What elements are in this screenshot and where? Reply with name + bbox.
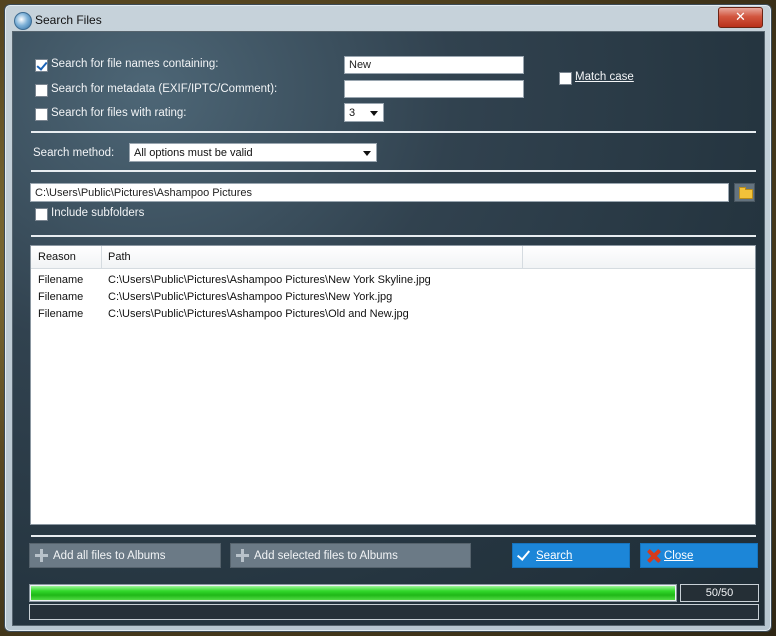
- browse-folder-button[interactable]: [734, 183, 755, 202]
- search-method-label: Search method:: [33, 147, 115, 159]
- metadata-checkbox[interactable]: [35, 84, 48, 97]
- add-selected-to-albums-button[interactable]: Add selected files to Albums: [230, 543, 471, 568]
- progress-bar: [29, 584, 677, 602]
- divider: [31, 535, 756, 537]
- row-reason: Filename: [38, 274, 84, 286]
- plus-icon: [35, 549, 48, 562]
- window-close-button[interactable]: ✕: [718, 7, 763, 28]
- filename-input[interactable]: [344, 56, 524, 74]
- rating-select-value: 3: [349, 107, 356, 119]
- check-icon: [516, 547, 531, 561]
- results-header: Reason Path: [31, 246, 755, 269]
- search-method-select[interactable]: All options must be valid: [129, 143, 377, 162]
- add-all-to-albums-label: Add all files to Albums: [53, 550, 166, 562]
- row-path: C:\Users\Public\Pictures\Ashampoo Pictur…: [108, 274, 431, 286]
- dialog-body: Search for file names containing: Search…: [12, 31, 765, 626]
- rating-select[interactable]: 3: [344, 103, 384, 122]
- column-header-reason[interactable]: Reason: [38, 251, 76, 263]
- table-row[interactable]: Filename C:\Users\Public\Pictures\Ashamp…: [31, 289, 755, 306]
- divider: [31, 235, 756, 237]
- status-bar: [29, 604, 759, 620]
- table-row[interactable]: Filename C:\Users\Public\Pictures\Ashamp…: [31, 272, 755, 289]
- divider: [31, 170, 756, 172]
- close-button-label: Close: [664, 550, 694, 562]
- close-icon: [647, 549, 661, 563]
- chevron-down-icon: [363, 151, 371, 156]
- results-list[interactable]: Reason Path Filename C:\Users\Public\Pic…: [30, 245, 756, 525]
- window-title: Search Files: [35, 13, 102, 27]
- add-selected-to-albums-label: Add selected files to Albums: [254, 550, 398, 562]
- metadata-label: Search for metadata (EXIF/IPTC/Comment):: [51, 83, 278, 95]
- include-subfolders-checkbox[interactable]: [35, 208, 48, 221]
- match-case-label[interactable]: Match case: [575, 71, 634, 83]
- search-button-label: Search: [536, 550, 573, 562]
- filename-checkbox[interactable]: [35, 59, 48, 72]
- plus-icon: [236, 549, 249, 562]
- search-button[interactable]: Search: [512, 543, 630, 568]
- row-path: C:\Users\Public\Pictures\Ashampoo Pictur…: [108, 291, 393, 303]
- column-header-path[interactable]: Path: [108, 251, 131, 263]
- chevron-down-icon: [370, 111, 378, 116]
- column-divider[interactable]: [522, 246, 523, 268]
- include-subfolders-label: Include subfolders: [51, 207, 145, 219]
- search-files-window: Search Files ✕ Search for file names con…: [4, 4, 772, 632]
- app-icon: [14, 12, 32, 30]
- table-row[interactable]: Filename C:\Users\Public\Pictures\Ashamp…: [31, 306, 755, 323]
- add-all-to-albums-button[interactable]: Add all files to Albums: [29, 543, 221, 568]
- progress-count: 50/50: [680, 584, 759, 602]
- column-divider[interactable]: [101, 246, 102, 268]
- match-case-checkbox[interactable]: [559, 72, 572, 85]
- metadata-input[interactable]: [344, 80, 524, 98]
- search-method-value: All options must be valid: [134, 147, 253, 159]
- rating-label: Search for files with rating:: [51, 107, 187, 119]
- row-path: C:\Users\Public\Pictures\Ashampoo Pictur…: [108, 308, 409, 320]
- title-bar[interactable]: Search Files ✕: [5, 5, 771, 31]
- filename-label: Search for file names containing:: [51, 58, 219, 70]
- row-reason: Filename: [38, 291, 84, 303]
- progress-fill: [31, 586, 675, 600]
- folder-icon: [739, 187, 753, 199]
- rating-checkbox[interactable]: [35, 108, 48, 121]
- folder-path-input[interactable]: [30, 183, 729, 202]
- close-button[interactable]: Close: [640, 543, 758, 568]
- row-reason: Filename: [38, 308, 84, 320]
- divider: [31, 131, 756, 133]
